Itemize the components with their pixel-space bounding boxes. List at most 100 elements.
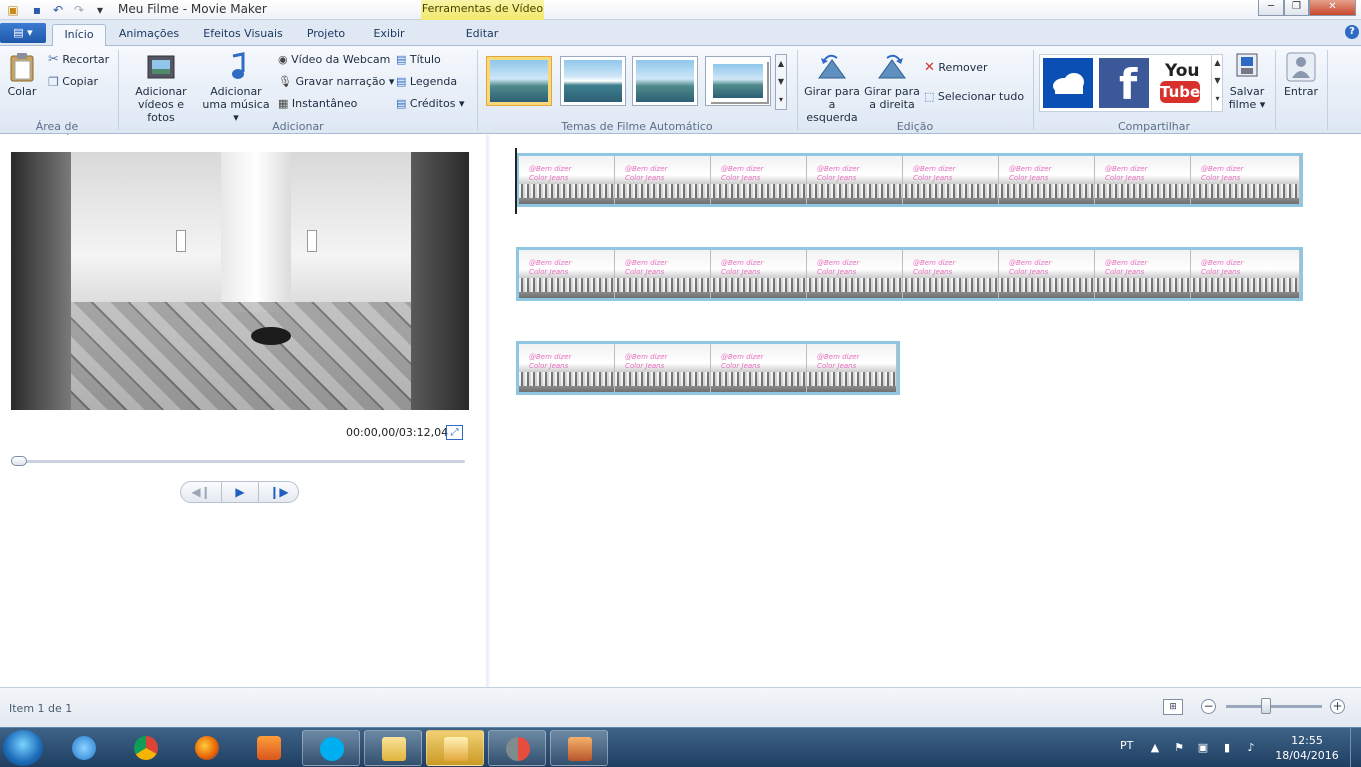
taskbar-chrome[interactable] <box>117 730 175 766</box>
customize-quick-access-icon[interactable]: ▾ <box>93 3 107 17</box>
scroll-up-icon[interactable]: ▲ <box>776 55 786 73</box>
select-all-button[interactable]: ⬚ Selecionar tudo <box>924 90 1024 104</box>
gallery-expand-icon[interactable]: ▾ <box>776 91 786 109</box>
add-music-button[interactable]: Adicionar uma música ▾ <box>200 52 272 124</box>
tab-projeto[interactable]: Projeto <box>300 24 352 46</box>
overlay-text: @Bem dizer Color Jeans <box>529 353 572 370</box>
cut-button[interactable]: ✂ Recortar <box>48 53 109 67</box>
taskbar-skype[interactable] <box>302 730 360 766</box>
video-preview[interactable] <box>11 152 469 410</box>
paste-button[interactable]: Colar <box>4 52 40 98</box>
help-icon[interactable]: ? <box>1345 25 1359 39</box>
clock-time: 12:55 <box>1291 734 1323 747</box>
show-hidden-icons[interactable]: ▲ <box>1148 741 1162 755</box>
record-narration-button[interactable]: 🎙 Gravar narração ▾ <box>278 75 394 89</box>
clip-frame: @Bem dizer Color Jeans <box>519 156 615 204</box>
thumbnail-size-icon[interactable]: ⊞ <box>1163 699 1183 715</box>
taskbar-app-active[interactable] <box>426 730 484 766</box>
chrome-icon <box>134 736 158 760</box>
volume-icon[interactable]: ♪ <box>1244 741 1258 755</box>
play-icon[interactable]: ▶ <box>221 482 259 502</box>
zoom-slider-thumb[interactable] <box>1261 698 1271 714</box>
snapshot-label: Instantâneo <box>291 97 358 110</box>
save-movie-button[interactable]: Salvar filme ▾ <box>1226 52 1268 111</box>
copy-button[interactable]: ❐ Copiar <box>48 75 98 89</box>
scroll-up-icon[interactable]: ▲ <box>1212 54 1223 72</box>
rotate-right-line2: a direita <box>869 98 915 111</box>
undo-icon[interactable]: ↶ <box>51 3 65 17</box>
next-frame-icon[interactable]: ❙▶ <box>259 482 299 502</box>
app-icon <box>506 737 530 761</box>
rotate-right-button[interactable]: Girar para a direita <box>862 52 922 111</box>
taskbar-internet-explorer[interactable] <box>55 730 113 766</box>
audio-waveform <box>1095 184 1190 198</box>
save-icon[interactable]: ▪ <box>30 3 44 17</box>
theme-thumbnail[interactable] <box>632 56 698 106</box>
share-gallery-scroll[interactable]: ▲ ▼ ▾ <box>1211 54 1223 112</box>
rotate-left-button[interactable]: Girar para a esquerda <box>802 52 862 124</box>
tab-inicio[interactable]: Início <box>52 24 106 46</box>
caption-button[interactable]: ▤ Legenda <box>396 75 457 89</box>
title-button[interactable]: ▤ Título <box>396 53 441 67</box>
system-clock[interactable]: 12:55 18/04/2016 <box>1272 733 1342 763</box>
onedrive-share-button[interactable] <box>1043 58 1093 108</box>
clip-frame: @Bem dizer Color Jeans <box>1095 156 1191 204</box>
tab-editar[interactable]: Editar <box>456 24 508 46</box>
sign-in-button[interactable]: Entrar <box>1280 52 1322 98</box>
zoom-slider-track[interactable] <box>1226 705 1322 708</box>
minimize-button[interactable]: ─ <box>1258 0 1284 16</box>
ribbon-tabs: ▤ ▾ Início Animações Efeitos Visuais Pro… <box>0 20 1361 46</box>
action-center-icon[interactable]: ⚑ <box>1172 741 1186 755</box>
sign-in-label: Entrar <box>1283 85 1319 98</box>
network-icon[interactable]: ▮ <box>1220 741 1234 755</box>
theme-thumbnail[interactable] <box>705 56 771 106</box>
audio-waveform <box>1191 278 1299 292</box>
add-videos-photos-button[interactable]: Adicionar vídeos e fotos <box>123 52 199 124</box>
maximize-button[interactable]: ❐ <box>1284 0 1309 16</box>
tab-animacoes[interactable]: Animações <box>114 24 184 46</box>
scroll-down-icon[interactable]: ▼ <box>776 73 786 91</box>
gallery-expand-icon[interactable]: ▾ <box>1212 90 1223 108</box>
video-clip-strip[interactable]: @Bem dizer Color Jeans @Bem dizer Color Je… <box>516 247 1303 301</box>
tab-efeitos-visuais[interactable]: Efeitos Visuais <box>198 24 288 46</box>
add-videos-line1: Adicionar <box>135 85 187 98</box>
clip-frame: @Bem dizer Color Jeans <box>807 156 903 204</box>
playhead-cursor[interactable] <box>515 148 517 214</box>
previous-frame-icon[interactable]: ◀❙ <box>181 482 221 502</box>
seek-bar[interactable] <box>11 460 465 463</box>
pane-splitter[interactable] <box>486 135 490 687</box>
zoom-in-button[interactable]: + <box>1330 699 1345 714</box>
zoom-out-button[interactable]: − <box>1201 699 1216 714</box>
close-button[interactable]: ✕ <box>1309 0 1356 16</box>
facebook-share-button[interactable]: f <box>1099 58 1149 109</box>
webcam-video-button[interactable]: ◉ Vídeo da Webcam <box>278 53 390 67</box>
theme-gallery-scroll[interactable]: ▲ ▼ ▾ <box>775 54 787 110</box>
app-menu-button[interactable]: ▤ ▾ <box>0 23 46 43</box>
clip-frame: @Bem dizer Color Jeans <box>615 344 711 392</box>
language-indicator[interactable]: PT <box>1120 739 1133 752</box>
taskbar-media-player[interactable] <box>240 730 298 766</box>
video-clip-strip[interactable]: @Bem dizer Color Jeans @Bem dizer Color Je… <box>516 153 1303 207</box>
tab-exibir[interactable]: Exibir <box>365 24 413 46</box>
remove-button[interactable]: ✕ Remover <box>924 61 988 75</box>
show-desktop-button[interactable] <box>1350 728 1361 767</box>
narration-label: Gravar narração ▾ <box>295 75 395 88</box>
snapshot-button[interactable]: ▦ Instantâneo <box>278 97 357 111</box>
theme-thumbnail[interactable] <box>560 56 626 106</box>
scroll-down-icon[interactable]: ▼ <box>1212 72 1223 90</box>
start-button[interactable] <box>3 730 43 766</box>
seek-bar-thumb[interactable] <box>11 456 27 466</box>
redo-icon[interactable]: ↷ <box>72 3 86 17</box>
taskbar-file-explorer[interactable] <box>364 730 422 766</box>
youtube-share-button[interactable]: You Tube <box>1155 58 1205 108</box>
taskbar-app[interactable] <box>488 730 546 766</box>
tray-app-icon[interactable]: ▣ <box>1196 741 1210 755</box>
video-clip-strip[interactable]: @Bem dizer Color Jeans @Bem dizer Color Je… <box>516 341 900 395</box>
fullscreen-preview-icon[interactable]: ⤢ <box>446 425 463 440</box>
credits-button[interactable]: ▤ Créditos ▾ <box>396 97 464 111</box>
clip-frame: @Bem dizer Color Jeans <box>807 344 897 392</box>
theme-thumbnail[interactable] <box>486 56 552 106</box>
theme-preview-image <box>490 60 548 102</box>
taskbar-firefox[interactable] <box>178 730 236 766</box>
taskbar-movie-maker[interactable] <box>550 730 608 766</box>
